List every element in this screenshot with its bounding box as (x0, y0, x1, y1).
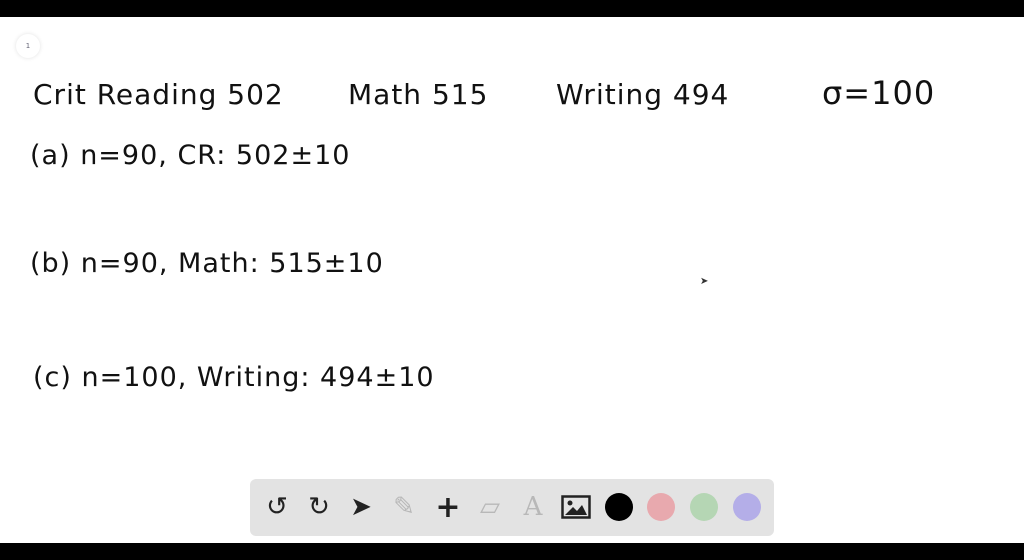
pointer-icon[interactable]: ➤ (343, 489, 379, 525)
drawing-toolbar: ↺ ↻ ➤ ✎ + ▱ A (250, 479, 774, 536)
color-green[interactable] (690, 493, 718, 521)
text-icon[interactable]: A (515, 489, 551, 525)
color-pink[interactable] (647, 493, 675, 521)
top-black-bar (0, 0, 1024, 17)
pencil-icon[interactable]: ✎ (386, 489, 422, 525)
plus-icon[interactable]: + (430, 489, 466, 525)
page-indicator[interactable]: 1 (16, 34, 40, 58)
eraser-icon[interactable]: ▱ (472, 489, 508, 525)
sigma-value: σ=100 (822, 74, 936, 112)
part-c: (c) n=100, Writing: 494±10 (33, 362, 435, 393)
color-black[interactable] (605, 493, 633, 521)
mouse-cursor: ➤ (700, 276, 709, 287)
undo-icon[interactable]: ↺ (259, 489, 295, 525)
bottom-black-bar (0, 543, 1024, 560)
part-b: (b) n=90, Math: 515±10 (30, 248, 384, 279)
crit-reading-score: Crit Reading 502 (33, 78, 284, 111)
image-icon[interactable] (558, 489, 594, 525)
redo-icon[interactable]: ↻ (301, 489, 337, 525)
math-score: Math 515 (348, 78, 489, 111)
color-purple[interactable] (733, 493, 761, 521)
writing-score: Writing 494 (556, 78, 730, 111)
part-a: (a) n=90, CR: 502±10 (30, 140, 351, 171)
